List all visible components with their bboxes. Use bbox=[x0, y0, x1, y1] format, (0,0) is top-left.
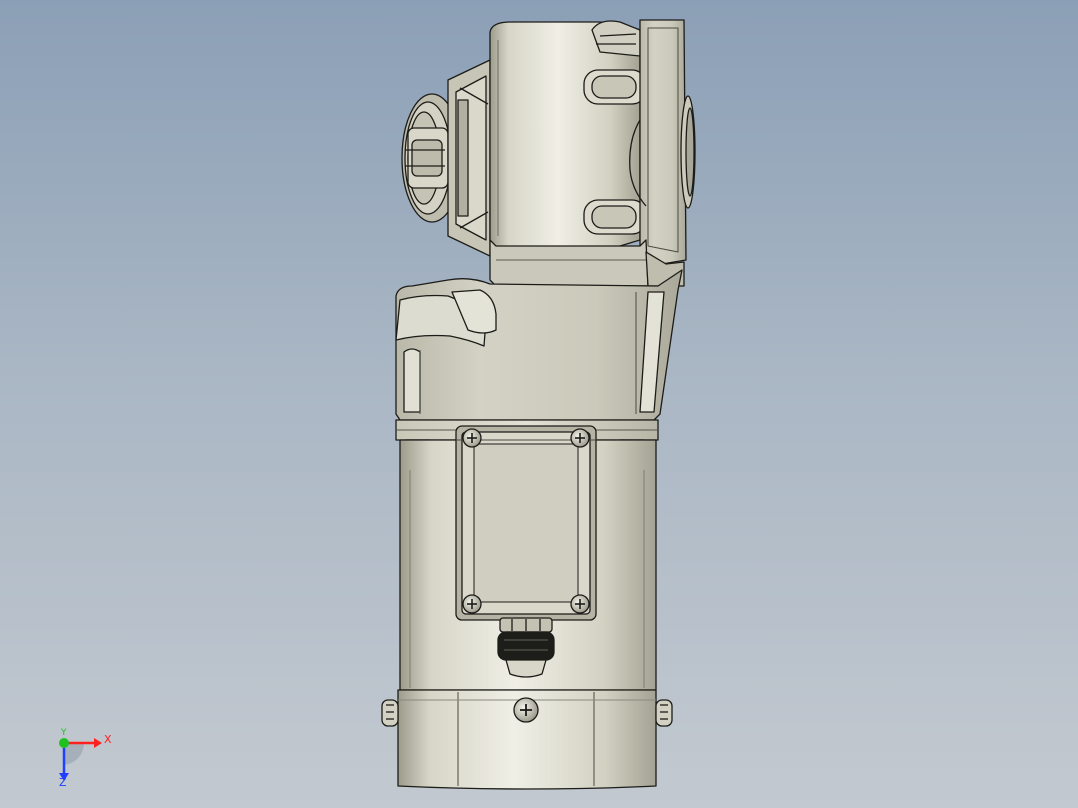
triad-graphic bbox=[59, 738, 102, 781]
gearbox-cover-plate bbox=[629, 19, 696, 265]
output-shaft-hub bbox=[401, 59, 491, 257]
motor-end-cap bbox=[381, 689, 673, 790]
gear-motor-model[interactable] bbox=[0, 0, 1078, 808]
x-axis-arrow bbox=[94, 738, 102, 748]
orientation-triad[interactable]: X Y Z bbox=[40, 725, 130, 795]
z-axis-label: Z bbox=[59, 776, 67, 789]
angle-housing bbox=[395, 269, 683, 421]
y-axis-label: Y bbox=[61, 728, 67, 738]
y-axis-dot bbox=[59, 738, 69, 748]
3d-viewport[interactable]: X Y Z bbox=[0, 0, 1078, 808]
x-axis-label: X bbox=[104, 733, 112, 746]
terminal-box bbox=[455, 425, 597, 621]
reducer-drum bbox=[489, 20, 647, 253]
